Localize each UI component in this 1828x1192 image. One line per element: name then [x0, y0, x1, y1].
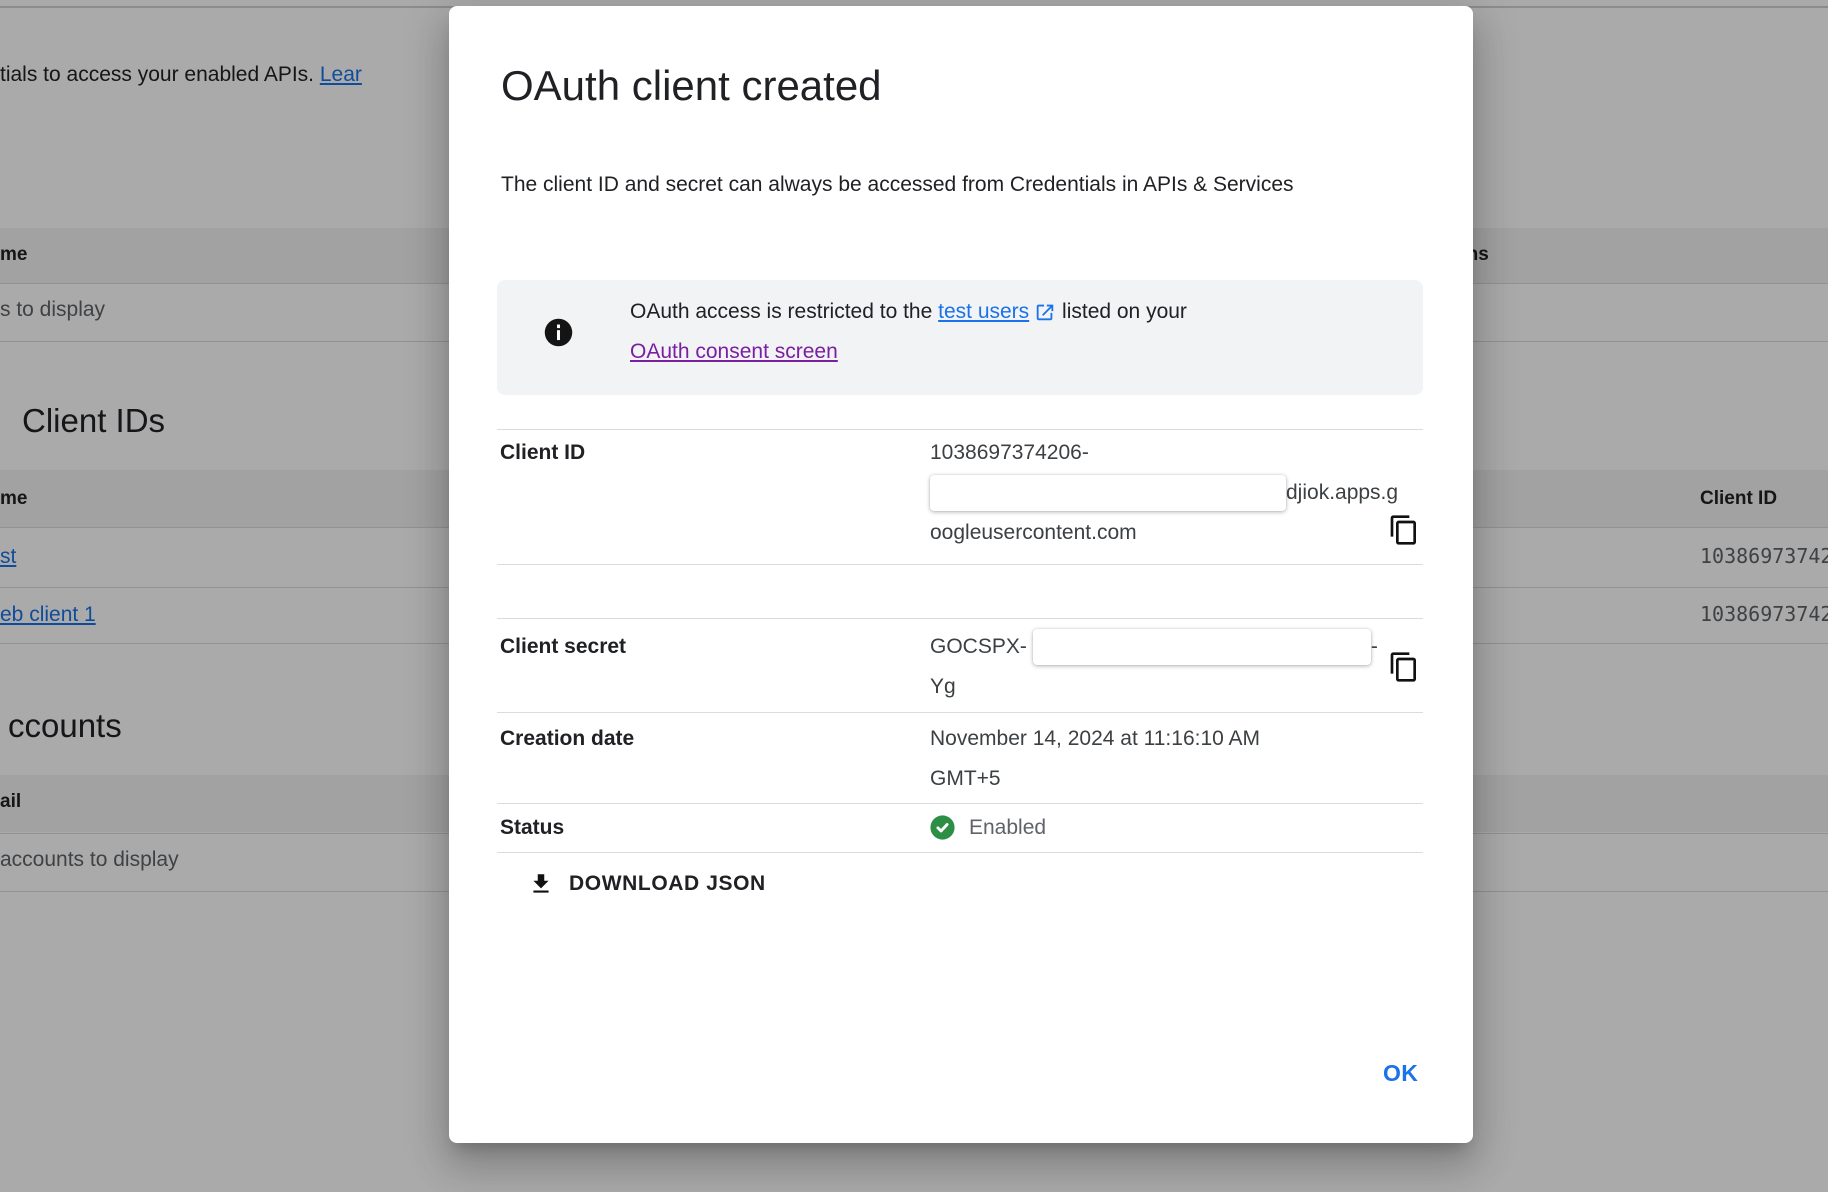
divider: [497, 564, 1423, 565]
oauth-client-created-dialog: OAuth client created The client ID and s…: [449, 6, 1473, 1143]
divider: [497, 618, 1423, 619]
info-icon: [542, 316, 575, 349]
oauth-consent-screen-link[interactable]: OAuth consent screen: [630, 332, 838, 372]
copy-icon: [1388, 514, 1420, 546]
test-users-link[interactable]: test users: [938, 292, 1029, 332]
creation-date-value: November 14, 2024 at 11:16:10 AM GMT+5: [930, 719, 1412, 799]
client-secret-suffix: -: [1371, 627, 1378, 667]
client-secret-redaction: [1033, 629, 1371, 665]
client-id-redacted-tail: djiok.apps.g: [1286, 473, 1398, 513]
client-secret-label: Client secret: [500, 635, 626, 659]
download-json-label: DOWNLOAD JSON: [569, 872, 766, 896]
copy-client-id-button[interactable]: [1385, 511, 1423, 549]
creation-date-label: Creation date: [500, 727, 634, 751]
divider: [497, 712, 1423, 713]
client-secret-value: GOCSPX- - Yg: [930, 627, 1412, 707]
creation-date-line2: GMT+5: [930, 759, 1001, 799]
status-value: Enabled: [928, 813, 1046, 842]
ok-button[interactable]: OK: [1365, 1050, 1436, 1097]
dialog-description: The client ID and secret can always be a…: [501, 164, 1381, 205]
client-id-line1: 1038697374206-: [930, 433, 1089, 473]
external-link-icon: [1034, 301, 1056, 323]
status-text: Enabled: [969, 816, 1046, 840]
test-users-notice: OAuth access is restricted to the test u…: [497, 280, 1423, 395]
divider: [497, 852, 1423, 853]
client-id-label: Client ID: [500, 441, 585, 465]
dialog-title: OAuth client created: [501, 62, 882, 110]
notice-text-after: listed on your: [1056, 292, 1187, 332]
client-id-redaction: [930, 475, 1286, 511]
download-json-button[interactable]: DOWNLOAD JSON: [511, 862, 780, 906]
check-circle-icon: [928, 813, 957, 842]
divider: [497, 803, 1423, 804]
client-secret-line2: Yg: [930, 667, 956, 707]
download-icon: [528, 871, 554, 897]
client-secret-prefix: GOCSPX-: [930, 627, 1027, 667]
status-label: Status: [500, 816, 564, 840]
creation-date-line1: November 14, 2024 at 11:16:10 AM: [930, 719, 1260, 759]
copy-icon: [1388, 651, 1420, 683]
copy-client-secret-button[interactable]: [1385, 648, 1423, 686]
client-id-value: 1038697374206- djiok.apps.g oogleusercon…: [930, 433, 1412, 553]
client-id-line3: oogleusercontent.com: [930, 513, 1137, 553]
notice-text-before: OAuth access is restricted to the: [630, 292, 938, 332]
divider: [497, 429, 1423, 430]
